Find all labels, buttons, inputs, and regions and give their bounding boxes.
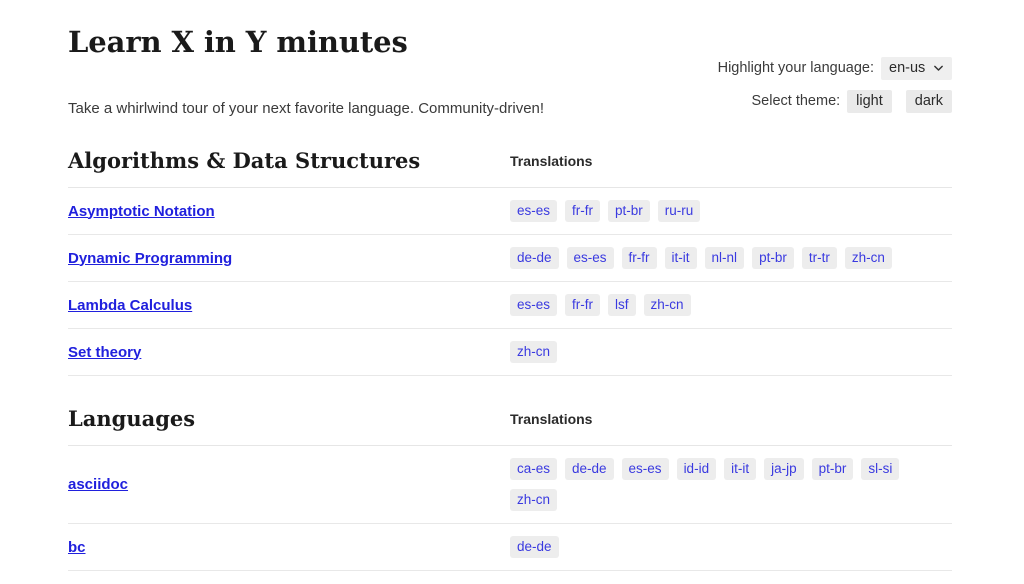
translations-header: Translations <box>510 148 952 188</box>
document-link[interactable]: asciidoc <box>68 476 128 493</box>
translation-tag[interactable]: zh-cn <box>510 489 557 511</box>
translations-cell: de-de es-es fr-fr it-it nl-nl pt-br tr-tr zh-cn <box>510 235 952 282</box>
header-controls: Highlight your language: en-us Select th… <box>718 55 952 114</box>
table-header-row: Languages Translations <box>68 406 952 446</box>
category-heading: Algorithms & Data Structures <box>68 148 420 173</box>
translation-tag[interactable]: nl-nl <box>705 247 745 269</box>
theme-dark-button[interactable]: dark <box>906 90 952 113</box>
table-row: Asymptotic Notation es-es fr-fr pt-br ru-ru <box>68 188 952 235</box>
translation-tag[interactable]: es-es <box>510 294 557 316</box>
document-name-cell: Set theory <box>68 329 510 376</box>
section-2: Languages Translations asciidoc ca-es de-de e… <box>68 406 952 571</box>
index-table: Algorithms & Data Structures Translations… <box>68 148 952 376</box>
translation-tag[interactable]: pt-br <box>812 458 854 480</box>
translation-tag[interactable]: de-de <box>510 536 559 558</box>
page-root: Learn X in Y minutes Highlight your lang… <box>0 0 1024 584</box>
translation-tag[interactable]: it-it <box>665 247 697 269</box>
highlight-language-label: Highlight your language: <box>718 55 874 81</box>
document-link[interactable]: Asymptotic Notation <box>68 203 215 220</box>
document-link[interactable]: Dynamic Programming <box>68 250 232 267</box>
translation-tag[interactable]: id-id <box>677 458 717 480</box>
translation-tag[interactable]: ja-jp <box>764 458 804 480</box>
translation-tag[interactable]: pt-br <box>752 247 794 269</box>
section-1: Algorithms & Data Structures Translations… <box>68 148 952 376</box>
translations-cell: es-es fr-fr lsf zh-cn <box>510 282 952 329</box>
translation-tag[interactable]: fr-fr <box>565 200 600 222</box>
translation-tag[interactable]: zh-cn <box>644 294 691 316</box>
language-select[interactable]: en-us <box>881 57 952 80</box>
select-theme-label: Select theme: <box>752 88 841 114</box>
translation-tag[interactable]: ca-es <box>510 458 557 480</box>
language-select-wrapper: en-us <box>881 55 952 81</box>
document-link[interactable]: Set theory <box>68 344 141 361</box>
translation-tag[interactable]: sl-si <box>861 458 899 480</box>
translation-tag[interactable]: es-es <box>567 247 614 269</box>
theme-control-row: Select theme: light dark <box>718 88 952 114</box>
document-name-cell: asciidoc <box>68 446 510 524</box>
translation-tag[interactable]: de-de <box>510 247 559 269</box>
translation-tag-list: ca-es de-de es-es id-id it-it ja-jp pt-br sl-si… <box>510 458 952 511</box>
translation-tag-list: es-es fr-fr pt-br ru-ru <box>510 200 952 222</box>
page-title: Learn X in Y minutes <box>68 0 952 60</box>
category-heading: Languages <box>68 406 195 431</box>
translation-tag[interactable]: de-de <box>565 458 614 480</box>
translation-tag[interactable]: es-es <box>510 200 557 222</box>
translation-tag[interactable]: es-es <box>622 458 669 480</box>
translations-heading: Translations <box>510 153 592 169</box>
category-header: Languages <box>68 406 510 446</box>
translation-tag[interactable]: tr-tr <box>802 247 837 269</box>
document-link[interactable]: bc <box>68 539 86 556</box>
table-header-row: Algorithms & Data Structures Translations <box>68 148 952 188</box>
translations-cell: zh-cn <box>510 329 952 376</box>
category-header: Algorithms & Data Structures <box>68 148 510 188</box>
translation-tag[interactable]: fr-fr <box>622 247 657 269</box>
sections-container: Algorithms & Data Structures Translations… <box>68 148 952 571</box>
translation-tag[interactable]: pt-br <box>608 200 650 222</box>
translations-header: Translations <box>510 406 952 446</box>
table-row: Set theory zh-cn <box>68 329 952 376</box>
translations-heading: Translations <box>510 411 592 427</box>
translations-cell: de-de <box>510 524 952 571</box>
document-link[interactable]: Lambda Calculus <box>68 297 192 314</box>
translation-tag-list: es-es fr-fr lsf zh-cn <box>510 294 952 316</box>
theme-light-button[interactable]: light <box>847 90 892 113</box>
document-name-cell: Lambda Calculus <box>68 282 510 329</box>
document-name-cell: Dynamic Programming <box>68 235 510 282</box>
translation-tag[interactable]: it-it <box>724 458 756 480</box>
translation-tag-list: de-de <box>510 536 952 558</box>
translation-tag[interactable]: zh-cn <box>845 247 892 269</box>
index-table: Languages Translations asciidoc ca-es de-de e… <box>68 406 952 571</box>
translation-tag-list: de-de es-es fr-fr it-it nl-nl pt-br tr-tr zh-cn <box>510 247 952 269</box>
translation-tag[interactable]: fr-fr <box>565 294 600 316</box>
translation-tag[interactable]: lsf <box>608 294 636 316</box>
translation-tag-list: zh-cn <box>510 341 952 363</box>
table-row: bc de-de <box>68 524 952 571</box>
document-name-cell: Asymptotic Notation <box>68 188 510 235</box>
document-name-cell: bc <box>68 524 510 571</box>
language-control-row: Highlight your language: en-us <box>718 55 952 81</box>
translation-tag[interactable]: zh-cn <box>510 341 557 363</box>
translation-tag[interactable]: ru-ru <box>658 200 701 222</box>
translations-cell: ca-es de-de es-es id-id it-it ja-jp pt-br sl-si… <box>510 446 952 524</box>
translations-cell: es-es fr-fr pt-br ru-ru <box>510 188 952 235</box>
table-row: Dynamic Programming de-de es-es fr-fr it-it n… <box>68 235 952 282</box>
table-row: asciidoc ca-es de-de es-es id-id it-it ja-jp pt… <box>68 446 952 524</box>
table-row: Lambda Calculus es-es fr-fr lsf zh-cn <box>68 282 952 329</box>
